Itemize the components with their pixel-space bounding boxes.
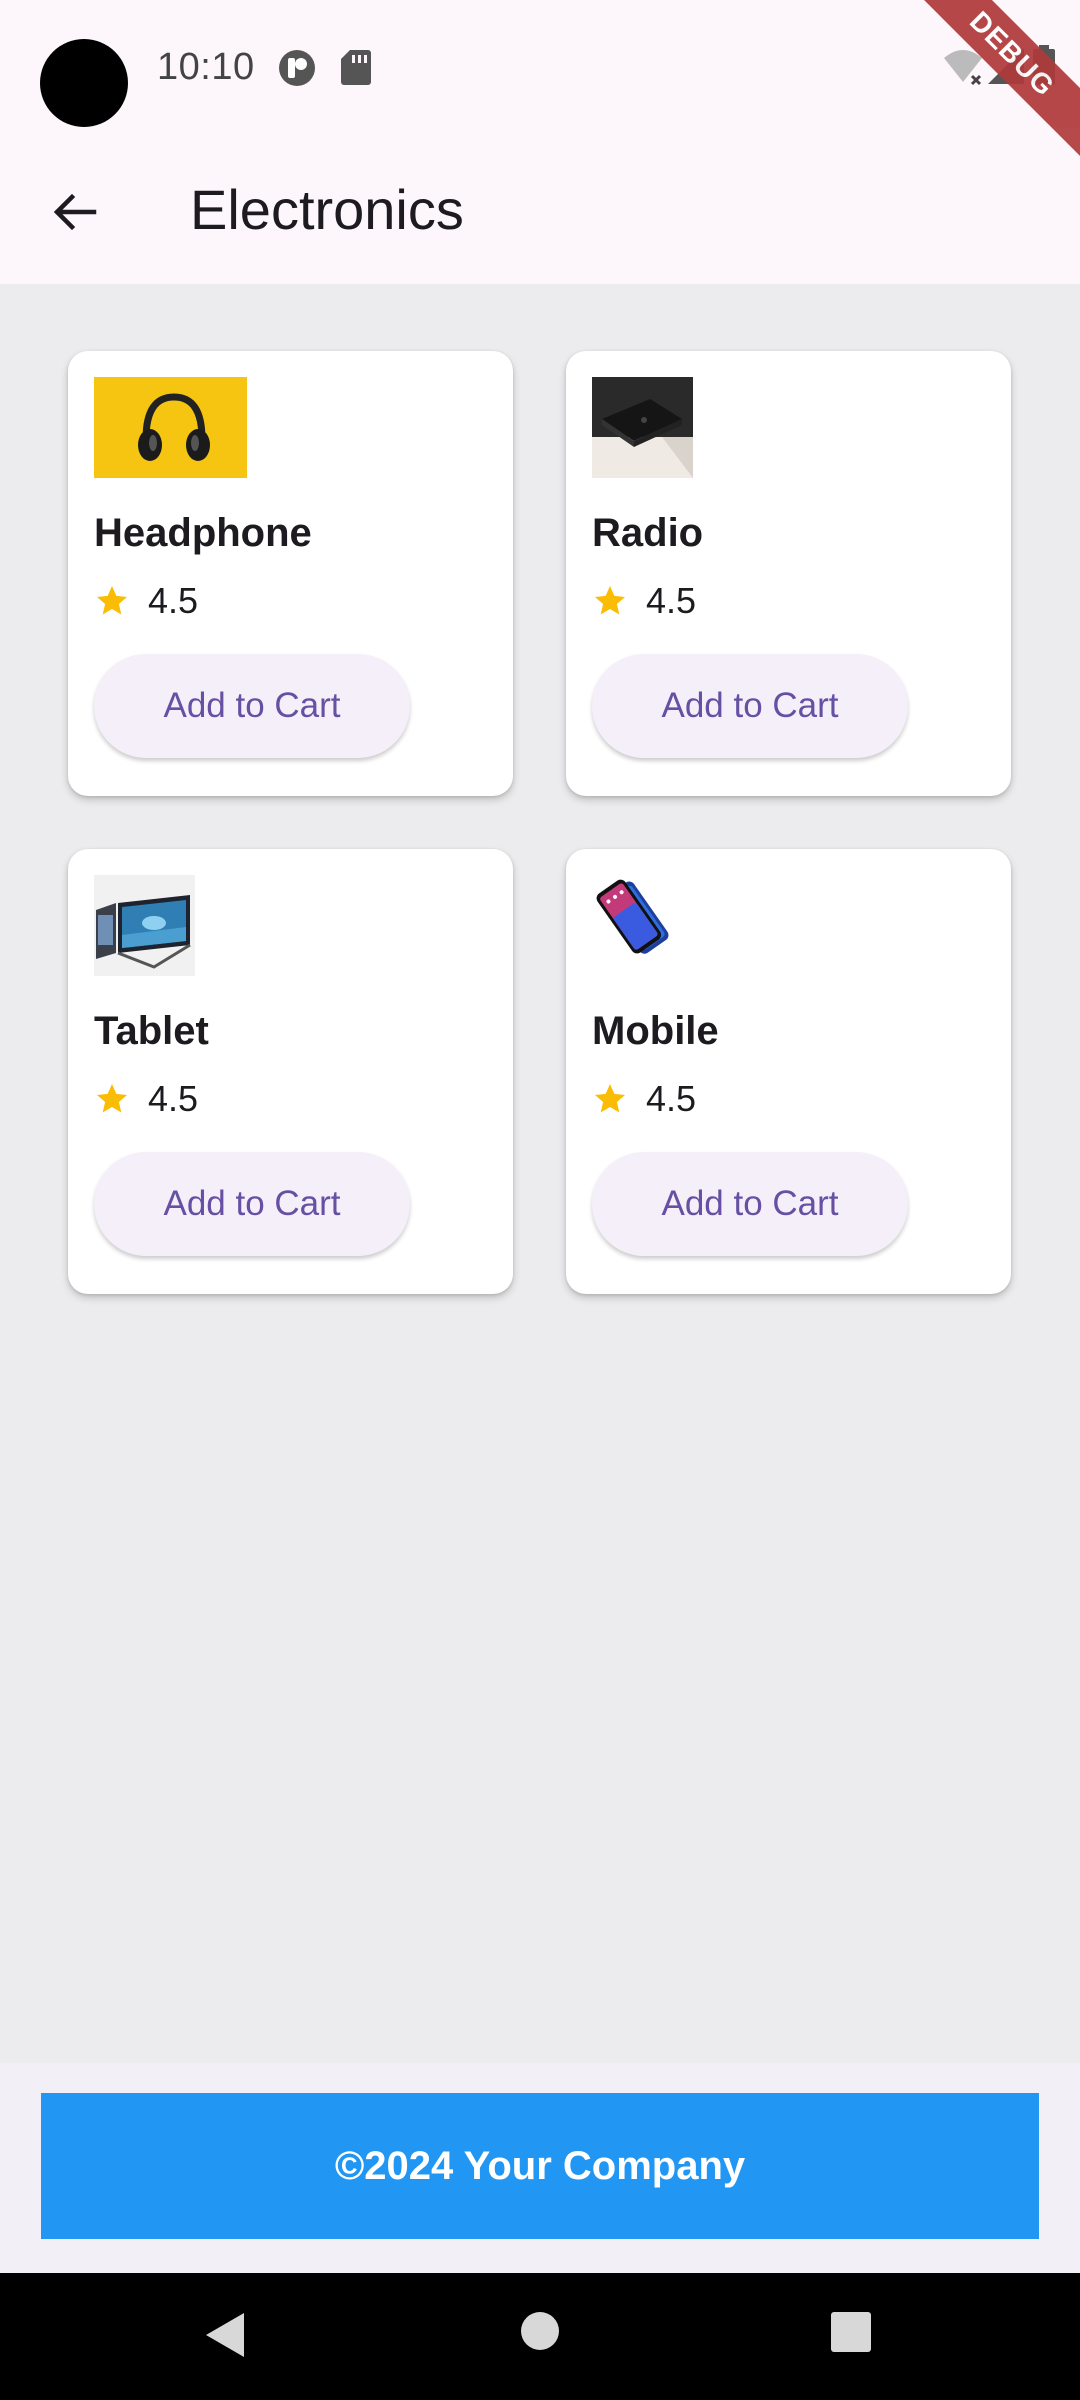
rating-value: 4.5: [646, 580, 697, 621]
star-icon: [595, 1084, 625, 1113]
back-button[interactable]: [34, 172, 114, 252]
status-time: 10:10: [157, 46, 255, 88]
add-to-cart-button[interactable]: Add to Cart: [592, 1152, 908, 1256]
back-triangle-icon[interactable]: [204, 2311, 246, 2359]
footer-text: ©2024 Your Company: [334, 2143, 746, 2188]
product-rating: 4.5: [592, 580, 696, 622]
system-nav-bar: [0, 2273, 1080, 2400]
product-card[interactable]: Tablet 4.5 Add to Cart: [68, 849, 513, 1294]
product-card[interactable]: Radio 4.5 Add to Cart: [566, 351, 1011, 796]
recents-square-icon[interactable]: [830, 2311, 872, 2353]
headphone-image: [94, 377, 247, 478]
radio-image: [592, 377, 693, 478]
product-card[interactable]: Headphone 4.5 Add to Cart: [68, 351, 513, 796]
product-name: Tablet: [94, 1009, 209, 1053]
rating-value: 4.5: [148, 1078, 199, 1119]
product-rating: 4.5: [94, 580, 198, 622]
add-to-cart-button[interactable]: Add to Cart: [94, 654, 410, 758]
add-to-cart-button[interactable]: Add to Cart: [592, 654, 908, 758]
rating-value: 4.5: [148, 580, 199, 621]
footer: ©2024 Your Company: [41, 2093, 1039, 2239]
home-circle-icon[interactable]: [520, 2311, 560, 2351]
product-name: Mobile: [592, 1009, 719, 1053]
star-icon: [97, 1084, 127, 1113]
product-card[interactable]: Mobile 4.5 Add to Cart: [566, 849, 1011, 1294]
star-icon: [595, 586, 625, 615]
product-name: Radio: [592, 511, 704, 555]
mobile-image: [592, 875, 693, 976]
product-name: Headphone: [94, 511, 312, 555]
star-icon: [97, 586, 127, 615]
page-title: Electronics: [190, 178, 464, 241]
notification-icon: [279, 50, 315, 86]
camera-cutout: [40, 39, 128, 127]
status-bar: 10:10: [0, 0, 1080, 140]
tablet-image: [94, 875, 195, 976]
product-rating: 4.5: [94, 1078, 198, 1120]
arrow-back-icon: [53, 193, 97, 231]
app-bar: Electronics: [0, 140, 1080, 284]
product-rating: 4.5: [592, 1078, 696, 1120]
sd-card-icon: [341, 50, 371, 85]
screen: 10:10 DEBUG Electronics Headphone 4.5 Ad…: [0, 0, 1080, 2400]
rating-value: 4.5: [646, 1078, 697, 1119]
add-to-cart-button[interactable]: Add to Cart: [94, 1152, 410, 1256]
footer-container: ©2024 Your Company: [0, 2063, 1080, 2273]
